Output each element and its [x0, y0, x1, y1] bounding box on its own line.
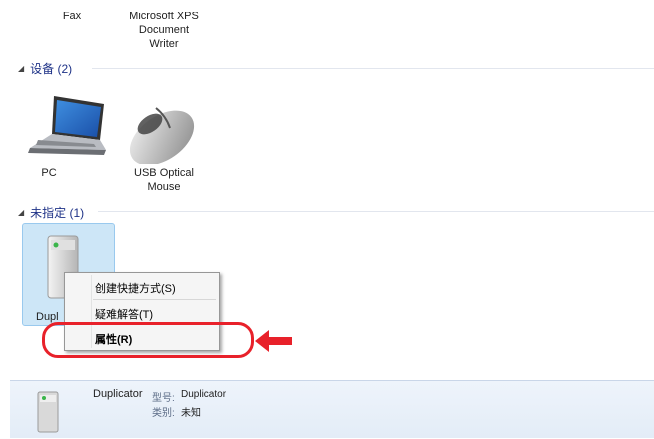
window-left-border — [0, 0, 10, 437]
unspecified-group-title: 未指定 (1) — [30, 206, 85, 220]
mouse-icon — [129, 107, 195, 166]
collapse-triangle-icon: ◢ — [18, 208, 25, 217]
details-device-name: Duplicator — [93, 388, 143, 400]
details-category-value: 未知 — [181, 408, 201, 419]
arrow-left-icon — [255, 330, 292, 352]
pc-device-tile[interactable] — [24, 92, 108, 162]
pc-label: PC — [41, 167, 57, 179]
details-device-icon — [34, 388, 64, 434]
devices-group-header[interactable]: ◢ 设备 (2) — [18, 60, 72, 77]
xps-writer-label-line3: Writer — [149, 38, 179, 50]
unspecified-group-header[interactable]: ◢ 未指定 (1) — [18, 204, 84, 221]
details-model-value: Duplicator — [181, 389, 227, 400]
details-category-key: 类别: — [152, 408, 175, 419]
menu-separator — [93, 299, 216, 300]
window-top-border — [0, 0, 654, 12]
usb-mouse-tile[interactable] — [122, 98, 202, 166]
devices-group-title: 设备 (2) — [30, 62, 73, 76]
devices-group-divider — [92, 68, 654, 69]
xps-writer-label-line2: Document — [138, 24, 190, 36]
annotation-highlight-oval — [42, 322, 254, 358]
laptop-icon — [28, 96, 106, 155]
usb-mouse-label-line1: USB Optical — [134, 167, 194, 179]
unspecified-group-divider — [98, 211, 654, 212]
menu-item-create-shortcut[interactable]: 创建快捷方式(S) — [95, 280, 176, 296]
usb-mouse-label-line2: Mouse — [147, 181, 181, 193]
menu-item-troubleshoot[interactable]: 疑难解答(T) — [95, 306, 153, 322]
collapse-triangle-icon: ◢ — [18, 64, 25, 73]
details-model-key: 型号: — [152, 393, 175, 404]
